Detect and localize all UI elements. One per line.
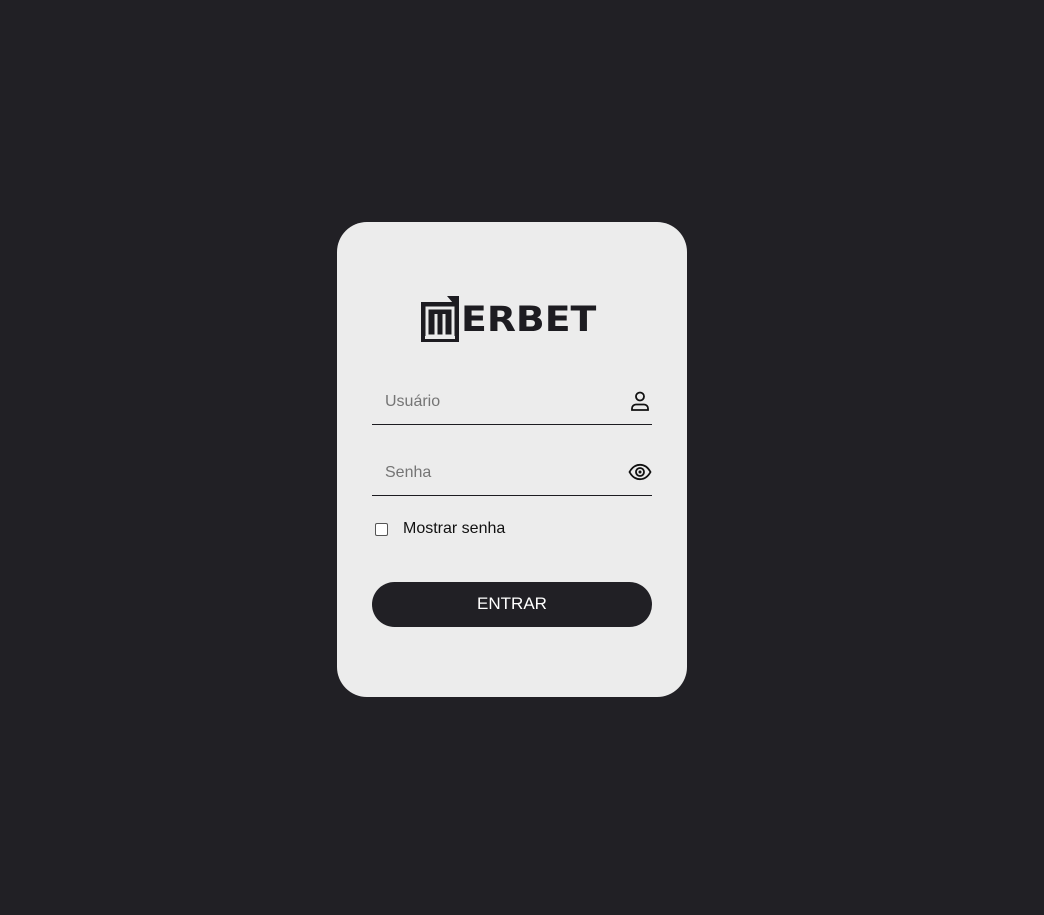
eye-icon[interactable]: [628, 460, 652, 484]
username-input[interactable]: [372, 387, 625, 417]
password-input[interactable]: [372, 458, 625, 488]
logo-mark-icon: [421, 296, 459, 342]
brand-logo: ERBET: [421, 296, 603, 342]
show-password-toggle[interactable]: Mostrar senha: [375, 519, 505, 539]
login-card: ERBET Mostrar senha ENTRAR: [337, 222, 687, 697]
login-button[interactable]: ENTRAR: [372, 582, 652, 627]
password-field-wrapper: [372, 458, 652, 496]
show-password-label: Mostrar senha: [403, 520, 506, 537]
user-icon: [628, 389, 652, 413]
logo-text: ERBET: [461, 300, 597, 340]
show-password-checkbox[interactable]: [375, 522, 388, 536]
username-field-wrapper: [372, 387, 652, 425]
